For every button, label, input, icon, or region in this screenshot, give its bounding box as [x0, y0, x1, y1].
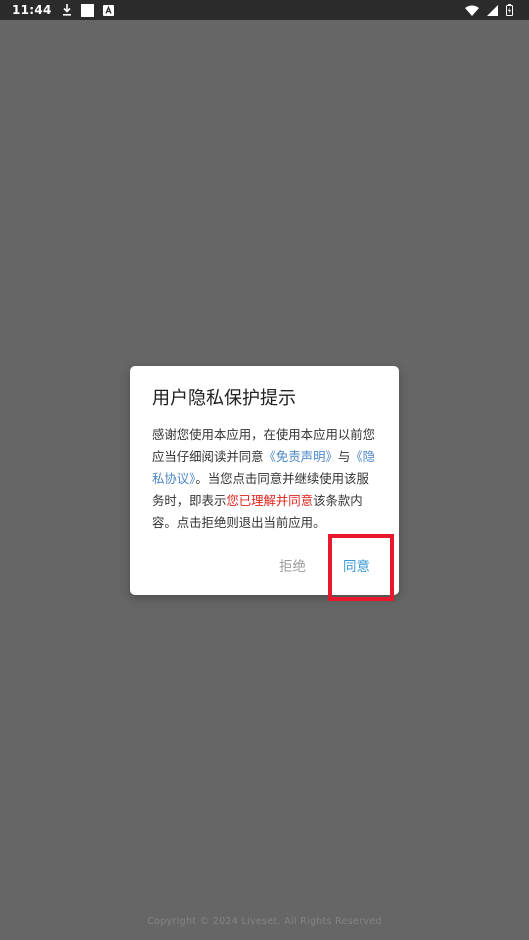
- focus-highlight-box: [328, 534, 394, 601]
- body-highlight: 您已理解并同意: [226, 493, 314, 508]
- app-a-icon: [102, 4, 114, 16]
- status-right: [461, 2, 517, 18]
- reject-button[interactable]: 拒绝: [279, 557, 306, 577]
- dialog-body: 感谢您使用本应用，在使用本应用以前您应当仔细阅读并同意《免责声明》与《隐私协议》…: [152, 424, 380, 534]
- signal-icon: [487, 4, 498, 16]
- dialog-title: 用户隐私保护提示: [152, 388, 296, 409]
- body-text-2: 与: [337, 449, 351, 464]
- wifi-icon: [465, 5, 479, 16]
- status-time: 11:44: [12, 3, 52, 17]
- status-bar: 11:44: [0, 0, 529, 20]
- square-icon: [80, 3, 94, 17]
- battery-icon: [506, 4, 513, 16]
- copyright-text: Copyright © 2024 Liveset. All Rights Res…: [147, 916, 382, 927]
- status-left: 11:44: [12, 2, 123, 18]
- download-icon: [62, 4, 72, 16]
- disclaimer-link[interactable]: 《免责声明》: [264, 449, 338, 464]
